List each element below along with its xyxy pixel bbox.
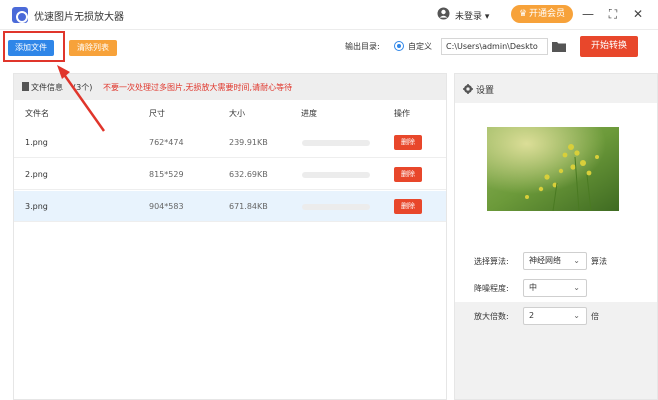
crown-icon: ♛ — [518, 9, 528, 19]
preview-image — [487, 127, 619, 211]
algorithm-suffix: 算法 — [591, 257, 607, 266]
file-dimensions: 904*583 — [149, 202, 184, 211]
scale-select[interactable]: 2 ⌄ — [523, 307, 587, 325]
progress-bar — [302, 140, 370, 146]
denoise-select[interactable]: 中 ⌄ — [523, 279, 587, 297]
minimize-button[interactable]: — — [578, 5, 598, 23]
denoise-label: 降噪程度: — [474, 284, 509, 293]
denoise-value: 中 — [529, 283, 537, 292]
clear-list-button[interactable]: 清除列表 — [69, 40, 117, 56]
file-name: 3.png — [25, 202, 48, 211]
vip-button-label: 开通会员 — [529, 9, 566, 19]
file-info-bar: 文件信息 (3个) 不要一次处理过多图片,无损放大需要时间,请耐心等待 — [14, 74, 446, 100]
delete-button[interactable]: 删除 — [394, 167, 422, 182]
chevron-down-icon: ▾ — [484, 12, 490, 22]
table-row[interactable]: 2.png 815*529 632.69KB 删除 — [14, 159, 446, 190]
scale-label: 放大倍数: — [474, 312, 509, 321]
chevron-down-icon: ⌄ — [573, 283, 580, 292]
algorithm-select[interactable]: 神经网络 ⌄ — [523, 252, 587, 270]
file-name: 1.png — [25, 138, 48, 147]
warning-text: 不要一次处理过多图片,无损放大需要时间,请耐心等待 — [103, 83, 293, 92]
app-title: 优速图片无损放大器 — [34, 12, 124, 23]
table-row[interactable]: 1.png 762*474 239.91KB 删除 — [14, 127, 446, 158]
file-info-label: 文件信息 — [31, 83, 63, 92]
progress-bar — [302, 204, 370, 210]
progress-bar — [302, 172, 370, 178]
table-row[interactable]: 3.png 904*583 671.84KB 删除 — [14, 191, 446, 222]
delete-button[interactable]: 删除 — [394, 135, 422, 150]
login-status-label: 未登录 — [455, 12, 483, 22]
folder-icon[interactable] — [552, 40, 566, 52]
delete-button[interactable]: 删除 — [394, 199, 422, 214]
algorithm-value: 神经网络 — [529, 256, 561, 265]
custom-radio-label: 自定义 — [408, 42, 432, 51]
column-header-size: 尺寸 — [149, 109, 165, 118]
file-size: 632.69KB — [229, 170, 268, 179]
file-count: (3个) — [73, 83, 93, 92]
scale-suffix: 倍 — [591, 312, 599, 321]
close-button[interactable]: ✕ — [628, 5, 648, 23]
file-icon — [22, 82, 29, 91]
user-icon[interactable] — [437, 7, 450, 20]
custom-radio[interactable] — [394, 41, 404, 51]
app-logo-icon — [12, 7, 28, 23]
settings-title: 设置 — [476, 86, 495, 96]
column-header-name: 文件名 — [25, 109, 49, 118]
column-header-progress: 进度 — [301, 109, 317, 118]
annotation-highlight-box — [3, 31, 65, 62]
file-list-panel: 文件信息 (3个) 不要一次处理过多图片,无损放大需要时间,请耐心等待 文件名 … — [13, 73, 447, 400]
gear-icon — [463, 84, 473, 94]
file-dimensions: 815*529 — [149, 170, 184, 179]
output-dir-label: 输出目录: — [345, 42, 380, 51]
chevron-down-icon: ⌄ — [573, 311, 580, 320]
maximize-button[interactable]: ⛶ — [603, 5, 623, 23]
file-size: 671.84KB — [229, 202, 268, 211]
settings-panel: 设置 选择算法: 神经网络 ⌄ 算法 降噪程度: 中 ⌄ 放大倍数: 2 ⌄ 倍 — [454, 73, 658, 400]
chevron-down-icon: ⌄ — [573, 256, 580, 265]
column-header-filesize: 大小 — [229, 109, 245, 118]
output-path-input[interactable] — [441, 38, 548, 55]
file-size: 239.91KB — [229, 138, 268, 147]
file-name: 2.png — [25, 170, 48, 179]
start-convert-button[interactable]: 开始转换 — [580, 36, 638, 57]
login-status[interactable]: 未登录 ▾ — [455, 9, 489, 22]
column-header-action: 操作 — [394, 109, 410, 118]
file-dimensions: 762*474 — [149, 138, 184, 147]
title-bar: 优速图片无损放大器 未登录 ▾ ♛ 开通会员 — ⛶ ✕ — [0, 0, 658, 30]
scale-value: 2 — [529, 311, 535, 320]
vip-button[interactable]: ♛ 开通会员 — [511, 5, 573, 23]
algorithm-label: 选择算法: — [474, 257, 509, 266]
